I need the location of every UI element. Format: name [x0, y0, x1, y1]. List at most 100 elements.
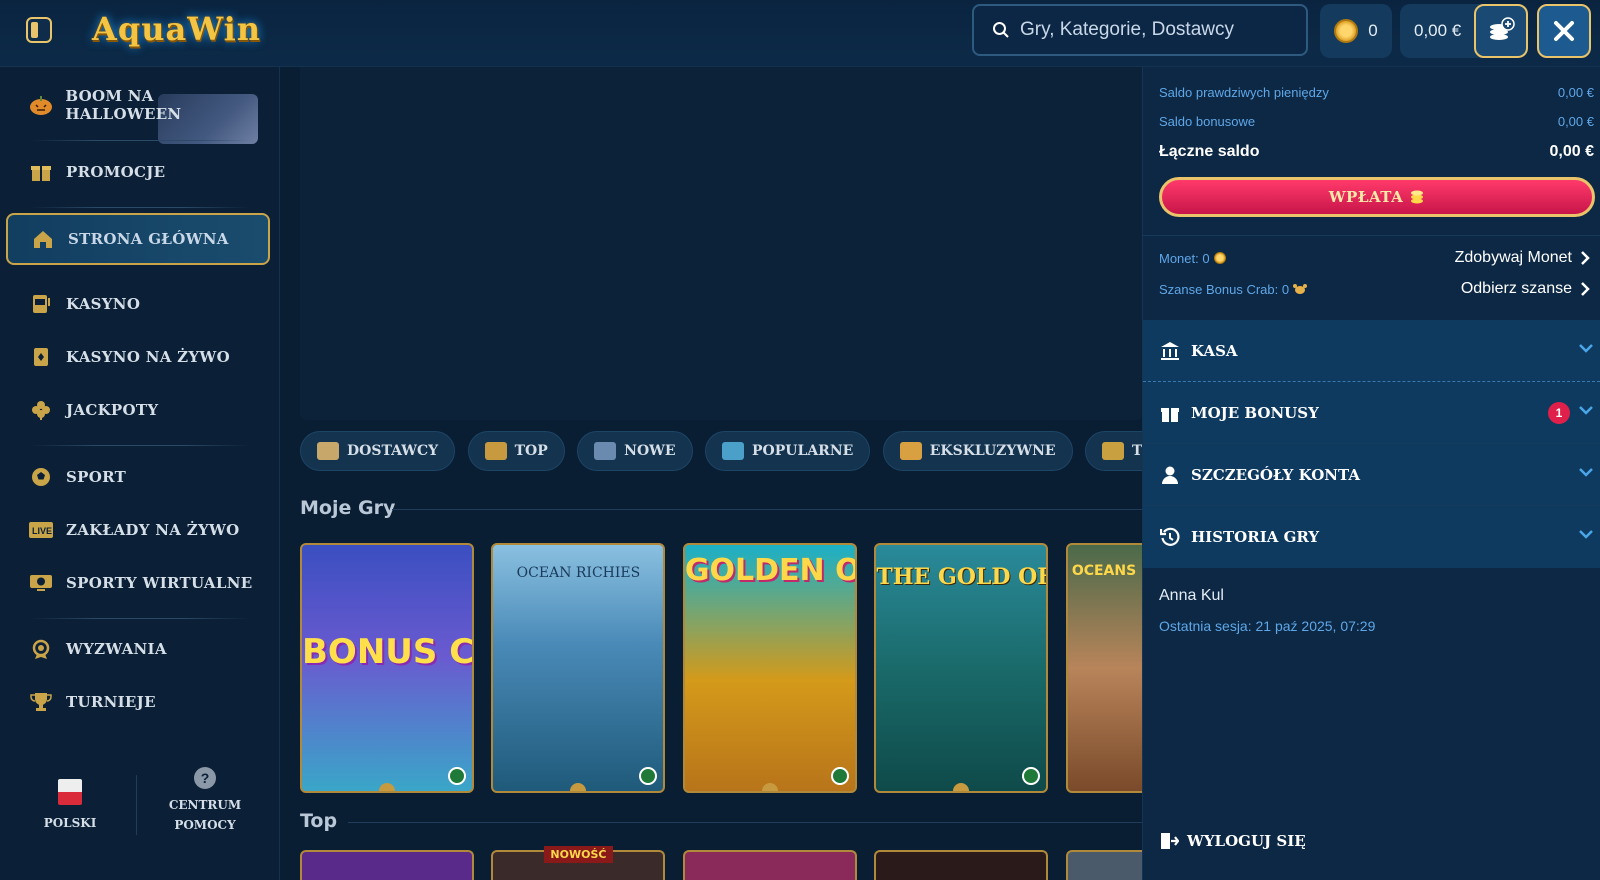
sidebar-item-home[interactable]: STRONA GŁÓWNA: [6, 213, 270, 265]
chip-popular[interactable]: POPULARNE: [705, 431, 871, 471]
logout-label: WYLOGUJ SIĘ: [1187, 832, 1306, 850]
chip-label: EKSKLUZYWNE: [929, 443, 1056, 459]
sidebar-item-halloween[interactable]: BOOM NA HALLOWEEN: [6, 80, 270, 144]
sidebar-item-promotions[interactable]: PROMOCJE: [6, 147, 270, 197]
coin-icon: [1334, 19, 1359, 43]
section-game-history[interactable]: HISTORIA GRY: [1143, 506, 1600, 568]
game-card[interactable]: OCEANS: [1065, 543, 1142, 793]
section-account-details[interactable]: SZCZEGÓŁY KONTA: [1143, 444, 1600, 506]
game-card[interactable]: [300, 850, 474, 880]
claim-chances-link[interactable]: Odbierz szanse: [1461, 280, 1590, 298]
coins-row: Monet: 0 Zdobywaj Monet: [1159, 249, 1590, 267]
top-games-row: NOWOŚĆ: [300, 846, 1142, 880]
claim-chances-label: Odbierz szanse: [1460, 280, 1572, 297]
wallet-button[interactable]: [1474, 4, 1528, 58]
scroll-icon: [317, 442, 339, 460]
chip-label: TOP: [514, 443, 548, 459]
diamond-icon: [899, 442, 922, 460]
divider: [30, 207, 250, 208]
last-session: Ostatnia sesja: 21 paź 2025, 07:29: [1159, 618, 1376, 634]
crown-icon: [484, 442, 507, 460]
balance-box[interactable]: 0,00 €: [1400, 4, 1528, 58]
logout-button[interactable]: WYLOGUJ SIĘ: [1159, 831, 1306, 851]
game-card[interactable]: THE GOLD OF POSEIDON: [874, 543, 1049, 793]
game-card[interactable]: [874, 850, 1049, 880]
sidebar-item-label: PROMOCJE: [66, 163, 166, 181]
total-balance-value: 0,00 €: [1549, 143, 1594, 160]
chip-label: POPULARNE: [752, 443, 854, 459]
crab-icon: [1293, 284, 1308, 294]
chip-providers[interactable]: DOSTAWCY: [300, 431, 456, 471]
bank-icon: [1159, 340, 1181, 362]
sidebar-toggle-icon[interactable]: [26, 17, 52, 43]
game-card[interactable]: [1065, 850, 1142, 880]
earn-coins-link[interactable]: Zdobywaj Monet: [1455, 249, 1590, 267]
crab-row: Szanse Bonus Crab: 0 Odbierz szanse: [1159, 280, 1590, 298]
chevron-down-icon: [1579, 468, 1593, 477]
shell-icon: [953, 783, 970, 791]
search-box[interactable]: [972, 4, 1308, 56]
virtual-sports-icon: [28, 570, 54, 596]
chip-label: NOWE: [624, 443, 676, 459]
chip-top[interactable]: TOP: [467, 431, 565, 471]
chevron-right-icon: [1581, 282, 1590, 296]
sidebar-item-tournaments[interactable]: TURNIEJE: [6, 677, 270, 727]
game-card[interactable]: OCEAN RICHIES: [491, 543, 666, 793]
total-balance-label: Łączne saldo: [1159, 143, 1260, 160]
game-card[interactable]: BONUS CRAB: [300, 543, 474, 793]
chevron-down-icon: [1579, 344, 1593, 353]
crab-chances-label: Szanse Bonus Crab: 0: [1159, 281, 1290, 297]
trophy-icon: [28, 689, 54, 715]
language-selector[interactable]: POLSKI: [40, 779, 100, 833]
sidebar-item-challenges[interactable]: WYZWANIA: [6, 624, 270, 674]
sidebar-item-jackpots[interactable]: JACKPOTY: [6, 385, 270, 435]
hero-banner[interactable]: [300, 67, 1142, 420]
lightning-icon: [594, 442, 617, 460]
game-card[interactable]: [682, 850, 857, 880]
coins-counter[interactable]: 0: [1320, 4, 1392, 58]
sidebar-item-label: ZAKŁADY NA ŻYWO: [66, 521, 240, 539]
logout-icon: [1161, 833, 1179, 849]
search-input[interactable]: [1020, 19, 1290, 41]
sidebar-item-live-betting[interactable]: LIVE ZAKŁADY NA ŻYWO: [6, 505, 270, 555]
ice-cream-icon: [722, 442, 745, 460]
logo[interactable]: AquaWin: [92, 10, 261, 48]
game-card[interactable]: NOWOŚĆ: [491, 846, 666, 880]
earn-coins-label: Zdobywaj Monet: [1454, 249, 1572, 266]
balance-value: 0,00 €: [1414, 21, 1462, 40]
game-title: BONUS CRAB: [302, 632, 474, 672]
help-center-link[interactable]: ? CENTRUM POMOCY: [160, 767, 250, 835]
clock-icon: [1022, 767, 1041, 785]
section-my-bonuses[interactable]: MOJE BONUSY 1: [1143, 382, 1600, 444]
section-title-top: Top: [300, 810, 338, 832]
sidebar-item-casino[interactable]: KASYNO: [6, 279, 270, 329]
game-title: GOLDEN OCTOPUS: [684, 553, 855, 588]
shell-icon: [570, 783, 587, 791]
sidebar-item-sport[interactable]: SPORT: [6, 452, 270, 502]
deposit-button[interactable]: WPŁATA: [1159, 177, 1595, 217]
game-card[interactable]: GOLDEN OCTOPUS: [682, 543, 857, 793]
poland-flag-icon: [58, 779, 82, 805]
help-label-line2: POMOCY: [174, 818, 236, 832]
sidebar-item-virtual-sports[interactable]: SPORTY WIRTUALNE: [6, 558, 270, 608]
clock-icon: [448, 767, 466, 785]
real-money-value: 0,00 €: [1557, 85, 1594, 100]
section-cashier[interactable]: KASA: [1143, 320, 1600, 382]
chip-top-casino[interactable]: TOP KASYNO: [1085, 431, 1142, 471]
divider: [348, 822, 1142, 823]
chip-exclusive[interactable]: EKSKLUZYWNE: [882, 431, 1073, 471]
sidebar-item-live-casino[interactable]: KASYNO NA ŻYWO: [6, 332, 270, 382]
section-label: SZCZEGÓŁY KONTA: [1191, 466, 1360, 484]
bonus-balance-row: Saldo bonusowe 0,00 €: [1159, 114, 1594, 129]
close-button[interactable]: [1537, 4, 1591, 58]
new-badge: NOWOŚĆ: [544, 846, 613, 863]
user-icon: [1159, 464, 1181, 486]
chevron-down-icon: [1579, 530, 1593, 539]
pumpkin-icon: [28, 92, 53, 118]
my-games-row: BONUS CRAB OCEAN RICHIES GOLDEN OCTOPUS …: [300, 543, 1142, 795]
question-icon: ?: [194, 767, 216, 789]
chip-new[interactable]: NOWE: [577, 431, 693, 471]
card-icon: [28, 344, 54, 370]
game-title: OCEAN RICHIES: [516, 565, 641, 581]
section-title-my-games: Moje Gry: [300, 497, 396, 519]
